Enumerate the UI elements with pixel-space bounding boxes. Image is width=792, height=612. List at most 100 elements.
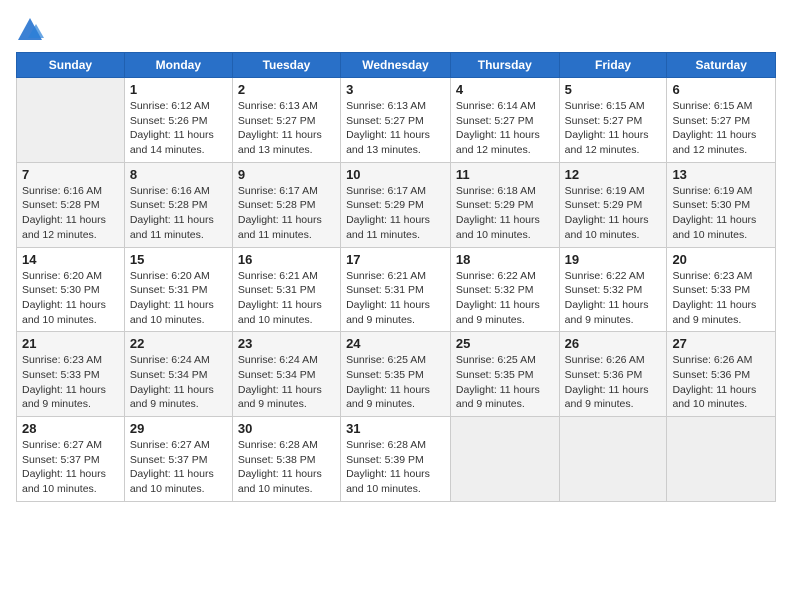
calendar-cell: 20 Sunrise: 6:23 AM Sunset: 5:33 PM Dayl… bbox=[667, 247, 776, 332]
day-number: 20 bbox=[672, 252, 770, 267]
day-number: 4 bbox=[456, 82, 554, 97]
calendar-cell: 22 Sunrise: 6:24 AM Sunset: 5:34 PM Dayl… bbox=[124, 332, 232, 417]
day-info: Sunrise: 6:17 AM Sunset: 5:29 PM Dayligh… bbox=[346, 184, 445, 243]
day-number: 14 bbox=[22, 252, 119, 267]
day-info: Sunrise: 6:13 AM Sunset: 5:27 PM Dayligh… bbox=[346, 99, 445, 158]
day-info: Sunrise: 6:23 AM Sunset: 5:33 PM Dayligh… bbox=[22, 353, 119, 412]
calendar-cell: 21 Sunrise: 6:23 AM Sunset: 5:33 PM Dayl… bbox=[17, 332, 125, 417]
day-number: 5 bbox=[565, 82, 662, 97]
day-number: 2 bbox=[238, 82, 335, 97]
calendar-cell: 10 Sunrise: 6:17 AM Sunset: 5:29 PM Dayl… bbox=[341, 162, 451, 247]
day-number: 18 bbox=[456, 252, 554, 267]
day-info: Sunrise: 6:19 AM Sunset: 5:29 PM Dayligh… bbox=[565, 184, 662, 243]
day-info: Sunrise: 6:19 AM Sunset: 5:30 PM Dayligh… bbox=[672, 184, 770, 243]
day-number: 24 bbox=[346, 336, 445, 351]
day-number: 21 bbox=[22, 336, 119, 351]
calendar-cell bbox=[450, 417, 559, 502]
day-info: Sunrise: 6:21 AM Sunset: 5:31 PM Dayligh… bbox=[346, 269, 445, 328]
day-info: Sunrise: 6:13 AM Sunset: 5:27 PM Dayligh… bbox=[238, 99, 335, 158]
calendar-cell: 19 Sunrise: 6:22 AM Sunset: 5:32 PM Dayl… bbox=[559, 247, 667, 332]
weekday-header: Thursday bbox=[450, 53, 559, 78]
calendar-cell bbox=[559, 417, 667, 502]
day-number: 12 bbox=[565, 167, 662, 182]
calendar-cell: 5 Sunrise: 6:15 AM Sunset: 5:27 PM Dayli… bbox=[559, 78, 667, 163]
day-number: 17 bbox=[346, 252, 445, 267]
weekday-header: Sunday bbox=[17, 53, 125, 78]
calendar-cell: 11 Sunrise: 6:18 AM Sunset: 5:29 PM Dayl… bbox=[450, 162, 559, 247]
day-info: Sunrise: 6:20 AM Sunset: 5:31 PM Dayligh… bbox=[130, 269, 227, 328]
calendar-cell: 26 Sunrise: 6:26 AM Sunset: 5:36 PM Dayl… bbox=[559, 332, 667, 417]
calendar-week-row: 21 Sunrise: 6:23 AM Sunset: 5:33 PM Dayl… bbox=[17, 332, 776, 417]
calendar-cell: 12 Sunrise: 6:19 AM Sunset: 5:29 PM Dayl… bbox=[559, 162, 667, 247]
day-number: 30 bbox=[238, 421, 335, 436]
day-number: 15 bbox=[130, 252, 227, 267]
header bbox=[16, 16, 776, 44]
day-info: Sunrise: 6:25 AM Sunset: 5:35 PM Dayligh… bbox=[346, 353, 445, 412]
calendar-week-row: 7 Sunrise: 6:16 AM Sunset: 5:28 PM Dayli… bbox=[17, 162, 776, 247]
day-info: Sunrise: 6:14 AM Sunset: 5:27 PM Dayligh… bbox=[456, 99, 554, 158]
calendar-week-row: 14 Sunrise: 6:20 AM Sunset: 5:30 PM Dayl… bbox=[17, 247, 776, 332]
day-number: 28 bbox=[22, 421, 119, 436]
day-number: 27 bbox=[672, 336, 770, 351]
day-info: Sunrise: 6:28 AM Sunset: 5:38 PM Dayligh… bbox=[238, 438, 335, 497]
day-info: Sunrise: 6:12 AM Sunset: 5:26 PM Dayligh… bbox=[130, 99, 227, 158]
day-info: Sunrise: 6:22 AM Sunset: 5:32 PM Dayligh… bbox=[565, 269, 662, 328]
day-info: Sunrise: 6:27 AM Sunset: 5:37 PM Dayligh… bbox=[22, 438, 119, 497]
day-info: Sunrise: 6:28 AM Sunset: 5:39 PM Dayligh… bbox=[346, 438, 445, 497]
calendar-cell: 31 Sunrise: 6:28 AM Sunset: 5:39 PM Dayl… bbox=[341, 417, 451, 502]
day-info: Sunrise: 6:16 AM Sunset: 5:28 PM Dayligh… bbox=[22, 184, 119, 243]
calendar-cell: 18 Sunrise: 6:22 AM Sunset: 5:32 PM Dayl… bbox=[450, 247, 559, 332]
day-number: 29 bbox=[130, 421, 227, 436]
day-info: Sunrise: 6:22 AM Sunset: 5:32 PM Dayligh… bbox=[456, 269, 554, 328]
weekday-header: Friday bbox=[559, 53, 667, 78]
day-number: 13 bbox=[672, 167, 770, 182]
day-info: Sunrise: 6:15 AM Sunset: 5:27 PM Dayligh… bbox=[672, 99, 770, 158]
logo bbox=[16, 16, 48, 44]
day-number: 7 bbox=[22, 167, 119, 182]
day-info: Sunrise: 6:18 AM Sunset: 5:29 PM Dayligh… bbox=[456, 184, 554, 243]
calendar-cell: 1 Sunrise: 6:12 AM Sunset: 5:26 PM Dayli… bbox=[124, 78, 232, 163]
calendar-cell: 29 Sunrise: 6:27 AM Sunset: 5:37 PM Dayl… bbox=[124, 417, 232, 502]
calendar-cell: 2 Sunrise: 6:13 AM Sunset: 5:27 PM Dayli… bbox=[232, 78, 340, 163]
calendar-cell bbox=[667, 417, 776, 502]
calendar-cell: 3 Sunrise: 6:13 AM Sunset: 5:27 PM Dayli… bbox=[341, 78, 451, 163]
calendar-cell: 15 Sunrise: 6:20 AM Sunset: 5:31 PM Dayl… bbox=[124, 247, 232, 332]
day-number: 11 bbox=[456, 167, 554, 182]
day-info: Sunrise: 6:21 AM Sunset: 5:31 PM Dayligh… bbox=[238, 269, 335, 328]
calendar-cell: 16 Sunrise: 6:21 AM Sunset: 5:31 PM Dayl… bbox=[232, 247, 340, 332]
calendar-table: SundayMondayTuesdayWednesdayThursdayFrid… bbox=[16, 52, 776, 502]
calendar-cell: 7 Sunrise: 6:16 AM Sunset: 5:28 PM Dayli… bbox=[17, 162, 125, 247]
calendar-cell: 6 Sunrise: 6:15 AM Sunset: 5:27 PM Dayli… bbox=[667, 78, 776, 163]
calendar-week-row: 28 Sunrise: 6:27 AM Sunset: 5:37 PM Dayl… bbox=[17, 417, 776, 502]
calendar-cell: 8 Sunrise: 6:16 AM Sunset: 5:28 PM Dayli… bbox=[124, 162, 232, 247]
calendar-cell: 27 Sunrise: 6:26 AM Sunset: 5:36 PM Dayl… bbox=[667, 332, 776, 417]
day-info: Sunrise: 6:26 AM Sunset: 5:36 PM Dayligh… bbox=[565, 353, 662, 412]
day-info: Sunrise: 6:24 AM Sunset: 5:34 PM Dayligh… bbox=[238, 353, 335, 412]
calendar-cell bbox=[17, 78, 125, 163]
calendar-cell: 30 Sunrise: 6:28 AM Sunset: 5:38 PM Dayl… bbox=[232, 417, 340, 502]
day-number: 6 bbox=[672, 82, 770, 97]
logo-icon bbox=[16, 16, 44, 44]
day-info: Sunrise: 6:17 AM Sunset: 5:28 PM Dayligh… bbox=[238, 184, 335, 243]
calendar-cell: 25 Sunrise: 6:25 AM Sunset: 5:35 PM Dayl… bbox=[450, 332, 559, 417]
day-number: 19 bbox=[565, 252, 662, 267]
calendar-week-row: 1 Sunrise: 6:12 AM Sunset: 5:26 PM Dayli… bbox=[17, 78, 776, 163]
day-number: 26 bbox=[565, 336, 662, 351]
calendar-cell: 23 Sunrise: 6:24 AM Sunset: 5:34 PM Dayl… bbox=[232, 332, 340, 417]
day-info: Sunrise: 6:23 AM Sunset: 5:33 PM Dayligh… bbox=[672, 269, 770, 328]
day-info: Sunrise: 6:24 AM Sunset: 5:34 PM Dayligh… bbox=[130, 353, 227, 412]
calendar-cell: 17 Sunrise: 6:21 AM Sunset: 5:31 PM Dayl… bbox=[341, 247, 451, 332]
calendar-cell: 14 Sunrise: 6:20 AM Sunset: 5:30 PM Dayl… bbox=[17, 247, 125, 332]
day-number: 10 bbox=[346, 167, 445, 182]
weekday-header: Monday bbox=[124, 53, 232, 78]
weekday-header: Wednesday bbox=[341, 53, 451, 78]
weekday-header: Saturday bbox=[667, 53, 776, 78]
day-info: Sunrise: 6:25 AM Sunset: 5:35 PM Dayligh… bbox=[456, 353, 554, 412]
calendar-cell: 13 Sunrise: 6:19 AM Sunset: 5:30 PM Dayl… bbox=[667, 162, 776, 247]
day-number: 3 bbox=[346, 82, 445, 97]
day-info: Sunrise: 6:27 AM Sunset: 5:37 PM Dayligh… bbox=[130, 438, 227, 497]
calendar-cell: 4 Sunrise: 6:14 AM Sunset: 5:27 PM Dayli… bbox=[450, 78, 559, 163]
calendar-cell: 9 Sunrise: 6:17 AM Sunset: 5:28 PM Dayli… bbox=[232, 162, 340, 247]
day-info: Sunrise: 6:20 AM Sunset: 5:30 PM Dayligh… bbox=[22, 269, 119, 328]
day-number: 9 bbox=[238, 167, 335, 182]
